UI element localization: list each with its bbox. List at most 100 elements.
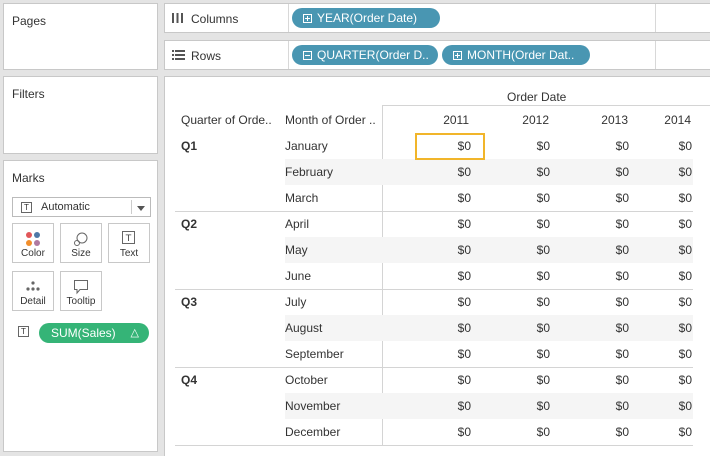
order-date-header: Order Date xyxy=(507,90,567,104)
month-header[interactable]: Month of Order .. xyxy=(285,113,376,127)
table-cell[interactable]: $0 xyxy=(500,321,550,335)
shelf-divider xyxy=(655,4,656,32)
color-button[interactable]: Color xyxy=(12,223,54,263)
quarter-order-date-pill[interactable]: QUARTER(Order D.. xyxy=(292,45,438,65)
table-cell[interactable]: $0 xyxy=(500,217,550,231)
month-label[interactable]: January xyxy=(285,139,328,153)
month-label[interactable]: February xyxy=(285,165,333,179)
table-cell[interactable]: $0 xyxy=(500,347,550,361)
table-cell[interactable]: $0 xyxy=(642,191,692,205)
table-cell[interactable]: $0 xyxy=(421,269,471,283)
table-cell[interactable]: $0 xyxy=(579,217,629,231)
quarter-label[interactable]: Q3 xyxy=(181,295,197,309)
table-cell[interactable]: $0 xyxy=(421,373,471,387)
month-label[interactable]: September xyxy=(285,347,344,361)
table-cell[interactable]: $0 xyxy=(642,243,692,257)
table-cell[interactable]: $0 xyxy=(500,139,550,153)
month-label[interactable]: November xyxy=(285,399,340,413)
table-cell[interactable]: $0 xyxy=(579,295,629,309)
text-button[interactable]: T Text xyxy=(108,223,150,263)
table-cell[interactable]: $0 xyxy=(500,191,550,205)
month-label[interactable]: August xyxy=(285,321,322,335)
table-cell[interactable]: $0 xyxy=(579,191,629,205)
table-cell[interactable]: $0 xyxy=(579,425,629,439)
text-label: Text xyxy=(119,248,139,259)
month-order-date-pill[interactable]: MONTH(Order Dat.. xyxy=(442,45,590,65)
detail-icon xyxy=(26,281,40,291)
quarter-header[interactable]: Quarter of Orde.. xyxy=(181,113,272,127)
month-label[interactable]: April xyxy=(285,217,309,231)
table-cell[interactable]: $0 xyxy=(642,373,692,387)
month-label[interactable]: July xyxy=(285,295,306,309)
table-cell[interactable]: $0 xyxy=(579,243,629,257)
table-cell[interactable]: $0 xyxy=(421,165,471,179)
table-cell[interactable]: $0 xyxy=(642,165,692,179)
table-cell[interactable]: $0 xyxy=(579,373,629,387)
table-cell[interactable]: $0 xyxy=(421,399,471,413)
expand-icon[interactable] xyxy=(303,14,312,23)
table-cell[interactable]: $0 xyxy=(421,243,471,257)
table-cell[interactable]: $0 xyxy=(421,425,471,439)
shelf-divider xyxy=(288,4,289,32)
month-label[interactable]: June xyxy=(285,269,311,283)
table-cell[interactable]: $0 xyxy=(579,399,629,413)
table-cell[interactable]: $0 xyxy=(500,373,550,387)
table-cell[interactable]: $0 xyxy=(642,139,692,153)
table-cell[interactable]: $0 xyxy=(642,295,692,309)
table-cell[interactable]: $0 xyxy=(500,165,550,179)
month-label[interactable]: October xyxy=(285,373,328,387)
table-cell[interactable]: $0 xyxy=(500,243,550,257)
filters-panel[interactable]: Filters xyxy=(3,76,158,154)
table-cell[interactable]: $0 xyxy=(421,295,471,309)
quarter-label[interactable]: Q2 xyxy=(181,217,197,231)
table-cell[interactable]: $0 xyxy=(579,347,629,361)
table-cell[interactable]: $0 xyxy=(500,425,550,439)
size-button[interactable]: Size xyxy=(60,223,102,263)
table-cell[interactable]: $0 xyxy=(642,399,692,413)
rows-shelf[interactable]: Rows QUARTER(Order D.. MONTH(Order Dat.. xyxy=(164,40,710,70)
table-cell[interactable]: $0 xyxy=(500,269,550,283)
sum-sales-pill[interactable]: SUM(Sales) △ xyxy=(39,323,149,343)
table-cell[interactable]: $0 xyxy=(500,295,550,309)
table-cell[interactable]: $0 xyxy=(642,217,692,231)
detail-button[interactable]: Detail xyxy=(12,271,54,311)
table-cell[interactable]: $0 xyxy=(642,269,692,283)
month-label[interactable]: December xyxy=(285,425,340,439)
table-cell[interactable]: $0 xyxy=(579,139,629,153)
viz-area[interactable]: Order Date Quarter of Orde.. Month of Or… xyxy=(164,76,710,456)
shelf-divider xyxy=(288,41,289,69)
pages-panel[interactable]: Pages xyxy=(3,3,158,70)
table-cell[interactable]: $0 xyxy=(421,347,471,361)
year-header-2011[interactable]: 2011 xyxy=(419,113,469,127)
expand-icon[interactable] xyxy=(453,51,462,60)
table-cell[interactable]: $0 xyxy=(421,191,471,205)
year-order-date-label: YEAR(Order Date) xyxy=(317,11,418,25)
year-header-2014[interactable]: 2014 xyxy=(641,113,691,127)
table-cell[interactable]: $0 xyxy=(500,399,550,413)
table-cell[interactable]: $0 xyxy=(421,217,471,231)
size-icon xyxy=(74,232,88,246)
table-cell[interactable]: $0 xyxy=(642,347,692,361)
year-order-date-pill[interactable]: YEAR(Order Date) xyxy=(292,8,440,28)
year-header-2012[interactable]: 2012 xyxy=(499,113,549,127)
collapse-icon[interactable] xyxy=(303,51,312,60)
mark-type-dropdown[interactable]: T Automatic xyxy=(12,197,151,217)
table-cell[interactable]: $0 xyxy=(579,321,629,335)
quarter-label[interactable]: Q1 xyxy=(181,139,197,153)
header-rule xyxy=(382,105,710,106)
month-label[interactable]: March xyxy=(285,191,318,205)
shelf-divider xyxy=(655,41,656,69)
month-label[interactable]: May xyxy=(285,243,308,257)
quarter-label[interactable]: Q4 xyxy=(181,373,197,387)
rows-icon xyxy=(172,50,185,60)
table-cell[interactable]: $0 xyxy=(579,165,629,179)
year-header-2013[interactable]: 2013 xyxy=(578,113,628,127)
table-cell[interactable]: $0 xyxy=(421,321,471,335)
columns-shelf[interactable]: Columns YEAR(Order Date) xyxy=(164,3,710,33)
table-cell[interactable]: $0 xyxy=(579,269,629,283)
tooltip-button[interactable]: Tooltip xyxy=(60,271,102,311)
detail-label: Detail xyxy=(20,296,46,307)
table-cell[interactable]: $0 xyxy=(642,321,692,335)
svg-text:T: T xyxy=(125,234,132,244)
table-cell[interactable]: $0 xyxy=(642,425,692,439)
